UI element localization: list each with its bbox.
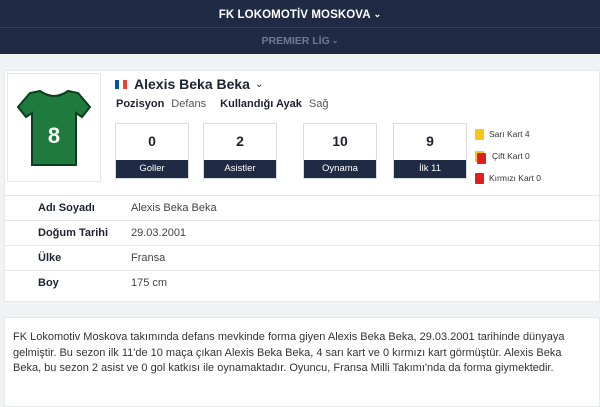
stat-value: 0 xyxy=(148,133,156,149)
foot-label: Kullandığı Ayak xyxy=(220,98,302,110)
stat-starting-eleven: 9 İlk 11 xyxy=(393,123,467,179)
info-key: Doğum Tarihi xyxy=(38,227,109,239)
foot-value: Sağ xyxy=(308,98,329,110)
stat-label: Asistler xyxy=(204,160,276,178)
double-card-label: Çift Kart 0 xyxy=(492,151,530,161)
red-card-label: Kırmızı Kart 0 xyxy=(489,173,541,183)
red-card-count: Kırmızı Kart 0 xyxy=(475,167,541,189)
info-row-country: Ülke Fransa xyxy=(5,245,599,270)
player-card: 8 Alexis Beka Beka ⌄ Pozisyon Defans Kul… xyxy=(4,70,600,302)
stat-value: 10 xyxy=(332,133,348,149)
position-value: Defans xyxy=(171,98,207,110)
league-selector[interactable]: PREMIER LİG ⌄ xyxy=(0,35,600,47)
info-value: Alexis Beka Beka xyxy=(131,202,217,214)
team-selector[interactable]: FK LOKOMOTİV MOSKOVA ⌄ xyxy=(0,9,600,21)
jersey-icon: 8 xyxy=(16,89,92,166)
info-key: Boy xyxy=(38,277,59,289)
yellow-card-label: Sarı Kart 4 xyxy=(489,129,530,139)
top-navigation-bar: FK LOKOMOTİV MOSKOVA ⌄ PREMIER LİG ⌄ xyxy=(0,0,600,54)
description-text: FK Lokomotiv Moskova takımında defans me… xyxy=(13,331,565,374)
red-card-icon xyxy=(475,172,484,184)
chevron-down-icon[interactable]: ⌄ xyxy=(255,79,263,90)
cards-legend: Sarı Kart 4 Çift Kart 0 Kırmızı Kart 0 xyxy=(475,123,541,189)
stat-appearances: 10 Oynama xyxy=(303,123,377,179)
info-value: Fransa xyxy=(131,252,166,264)
chevron-down-icon[interactable]: ⌄ xyxy=(332,36,339,45)
stat-value: 2 xyxy=(236,133,244,149)
info-value: 175 cm xyxy=(131,277,168,289)
stat-label: İlk 11 xyxy=(394,160,466,178)
info-row-height: Boy 175 cm xyxy=(5,270,599,295)
player-description: FK Lokomotiv Moskova takımında defans me… xyxy=(4,317,600,407)
player-info-table: Adı Soyadı Alexis Beka Beka Doğum Tarihi… xyxy=(5,195,599,295)
double-card-count: Çift Kart 0 xyxy=(475,145,541,167)
yellow-card-count: Sarı Kart 4 xyxy=(475,123,541,145)
stat-value: 9 xyxy=(426,133,434,149)
league-name[interactable]: PREMIER LİG xyxy=(262,35,330,47)
jersey-number: 8 xyxy=(48,123,60,148)
france-flag-icon xyxy=(115,79,127,89)
team-name[interactable]: FK LOKOMOTİV MOSKOVA xyxy=(219,9,371,21)
double-card-icon xyxy=(475,150,486,164)
info-row-birth-date: Doğum Tarihi 29.03.2001 xyxy=(5,220,599,245)
stat-goals: 0 Goller xyxy=(115,123,189,179)
yellow-card-icon xyxy=(475,128,484,140)
player-name-row[interactable]: Alexis Beka Beka ⌄ xyxy=(115,75,263,93)
info-row-full-name: Adı Soyadı Alexis Beka Beka xyxy=(5,195,599,220)
stat-label: Goller xyxy=(116,160,188,178)
player-meta: Pozisyon Defans Kullandığı Ayak Sağ xyxy=(116,98,342,110)
jersey-box: 8 xyxy=(7,73,101,182)
stat-assists: 2 Asistler xyxy=(203,123,277,179)
position-label: Pozisyon xyxy=(116,98,165,110)
stat-label: Oynama xyxy=(304,160,376,178)
info-value: 29.03.2001 xyxy=(131,227,187,239)
chevron-down-icon[interactable]: ⌄ xyxy=(374,9,382,20)
info-key: Ülke xyxy=(38,252,62,264)
player-name[interactable]: Alexis Beka Beka xyxy=(134,76,250,92)
header-divider xyxy=(0,27,600,28)
info-key: Adı Soyadı xyxy=(38,202,95,214)
